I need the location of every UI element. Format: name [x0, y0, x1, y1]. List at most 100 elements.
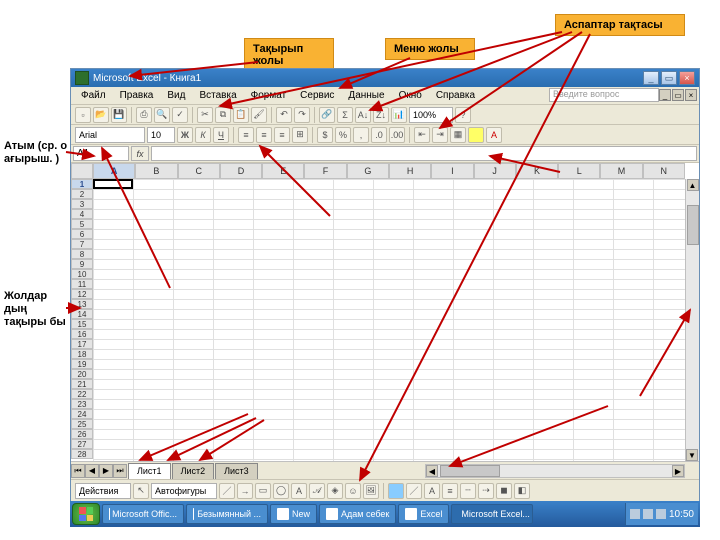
- row-header[interactable]: 5: [71, 219, 93, 229]
- menu-data[interactable]: Данные: [342, 89, 390, 102]
- row-header[interactable]: 20: [71, 369, 93, 379]
- col-header[interactable]: G: [347, 163, 389, 179]
- row-header[interactable]: 21: [71, 379, 93, 389]
- menu-file[interactable]: Файл: [75, 89, 112, 102]
- print-icon[interactable]: ⎙: [136, 107, 152, 123]
- taskbar-item[interactable]: Безымянный ...: [186, 504, 268, 524]
- clipart-icon[interactable]: ☺: [345, 483, 361, 499]
- taskbar-item[interactable]: New: [270, 504, 317, 524]
- textbox-icon[interactable]: A: [291, 483, 307, 499]
- font-color2-icon[interactable]: A: [424, 483, 440, 499]
- row-header[interactable]: 13: [71, 299, 93, 309]
- row-header[interactable]: 6: [71, 229, 93, 239]
- tab-next-icon[interactable]: ▶: [99, 464, 113, 478]
- tray-icon[interactable]: [630, 509, 640, 519]
- row-header[interactable]: 11: [71, 279, 93, 289]
- scroll-thumb[interactable]: [687, 205, 699, 245]
- align-left-icon[interactable]: ≡: [238, 127, 254, 143]
- borders-icon[interactable]: ▦: [450, 127, 466, 143]
- col-header[interactable]: E: [262, 163, 304, 179]
- tab-first-icon[interactable]: ⏮: [71, 464, 85, 478]
- open-icon[interactable]: 📂: [93, 107, 109, 123]
- tray-icon[interactable]: [656, 509, 666, 519]
- col-header[interactable]: I: [431, 163, 473, 179]
- taskbar-item[interactable]: Microsoft Offic...: [102, 504, 184, 524]
- undo-icon[interactable]: ↶: [276, 107, 292, 123]
- save-icon[interactable]: 💾: [111, 107, 127, 123]
- link-icon[interactable]: 🔗: [319, 107, 335, 123]
- col-header[interactable]: L: [558, 163, 600, 179]
- row-header[interactable]: 28: [71, 449, 93, 459]
- cell-grid[interactable]: [93, 179, 685, 461]
- paste-icon[interactable]: 📋: [233, 107, 249, 123]
- comma-icon[interactable]: ,: [353, 127, 369, 143]
- shadow-icon[interactable]: ◼: [496, 483, 512, 499]
- col-header[interactable]: D: [220, 163, 262, 179]
- inc-dec-icon[interactable]: .0: [371, 127, 387, 143]
- merge-icon[interactable]: ⊞: [292, 127, 308, 143]
- mdi-close-button[interactable]: ×: [685, 89, 697, 101]
- indent-inc-icon[interactable]: ⇥: [432, 127, 448, 143]
- tab-prev-icon[interactable]: ◀: [85, 464, 99, 478]
- copy-icon[interactable]: ⧉: [215, 107, 231, 123]
- fill-icon[interactable]: [388, 483, 404, 499]
- row-header[interactable]: 1: [71, 179, 93, 189]
- tray-icon[interactable]: [643, 509, 653, 519]
- currency-icon[interactable]: $: [317, 127, 333, 143]
- fill-color-icon[interactable]: [468, 127, 484, 143]
- indent-dec-icon[interactable]: ⇤: [414, 127, 430, 143]
- row-header[interactable]: 16: [71, 329, 93, 339]
- taskbar-item[interactable]: Адам себек: [319, 504, 396, 524]
- menu-format[interactable]: Формат: [245, 89, 293, 102]
- taskbar-item[interactable]: Excel: [398, 504, 449, 524]
- maximize-button[interactable]: ▭: [661, 71, 677, 85]
- row-header[interactable]: 25: [71, 419, 93, 429]
- row-header[interactable]: 14: [71, 309, 93, 319]
- zoom-select[interactable]: 100%: [409, 107, 453, 123]
- sort-desc-icon[interactable]: Z↓: [373, 107, 389, 123]
- row-header[interactable]: 15: [71, 319, 93, 329]
- select-all-corner[interactable]: [71, 163, 93, 179]
- wordart-icon[interactable]: 𝒜: [309, 483, 325, 499]
- help-icon[interactable]: ?: [455, 107, 471, 123]
- chart-icon[interactable]: 📊: [391, 107, 407, 123]
- arrow-icon[interactable]: →: [237, 483, 253, 499]
- row-header[interactable]: 19: [71, 359, 93, 369]
- dash-icon[interactable]: ┄: [460, 483, 476, 499]
- col-header[interactable]: K: [516, 163, 558, 179]
- scroll-down-icon[interactable]: ▼: [686, 449, 698, 461]
- scroll-left-icon[interactable]: ◀: [426, 465, 438, 477]
- col-header[interactable]: H: [389, 163, 431, 179]
- format-painter-icon[interactable]: 🖌: [251, 107, 267, 123]
- row-header[interactable]: 18: [71, 349, 93, 359]
- align-right-icon[interactable]: ≡: [274, 127, 290, 143]
- minimize-button[interactable]: _: [643, 71, 659, 85]
- line-color-icon[interactable]: ／: [406, 483, 422, 499]
- row-header[interactable]: 3: [71, 199, 93, 209]
- col-header[interactable]: M: [600, 163, 642, 179]
- tab-last-icon[interactable]: ⏭: [113, 464, 127, 478]
- mdi-restore-button[interactable]: ▭: [672, 89, 684, 101]
- drawing-actions-menu[interactable]: Действия: [75, 483, 131, 499]
- row-header[interactable]: 8: [71, 249, 93, 259]
- rect-icon[interactable]: ▭: [255, 483, 271, 499]
- fx-button[interactable]: fx: [131, 146, 149, 161]
- line-icon[interactable]: ／: [219, 483, 235, 499]
- new-icon[interactable]: ▫: [75, 107, 91, 123]
- menu-window[interactable]: Окно: [393, 89, 428, 102]
- row-header[interactable]: 4: [71, 209, 93, 219]
- taskbar-item[interactable]: Microsoft Excel...: [451, 504, 533, 524]
- hscroll-thumb[interactable]: [440, 465, 500, 477]
- picture-icon[interactable]: 🖼: [363, 483, 379, 499]
- horizontal-scrollbar[interactable]: ◀ ▶: [425, 464, 685, 478]
- row-header[interactable]: 27: [71, 439, 93, 449]
- sheet-tab[interactable]: Лист1: [128, 463, 171, 479]
- col-header[interactable]: J: [474, 163, 516, 179]
- autoshapes-menu[interactable]: Автофигуры: [151, 483, 217, 499]
- row-header[interactable]: 24: [71, 409, 93, 419]
- system-tray[interactable]: 10:50: [625, 503, 698, 525]
- font-size-select[interactable]: 10: [147, 127, 175, 143]
- vertical-scrollbar[interactable]: ▲ ▼: [685, 179, 699, 461]
- bold-icon[interactable]: Ж: [177, 127, 193, 143]
- percent-icon[interactable]: %: [335, 127, 351, 143]
